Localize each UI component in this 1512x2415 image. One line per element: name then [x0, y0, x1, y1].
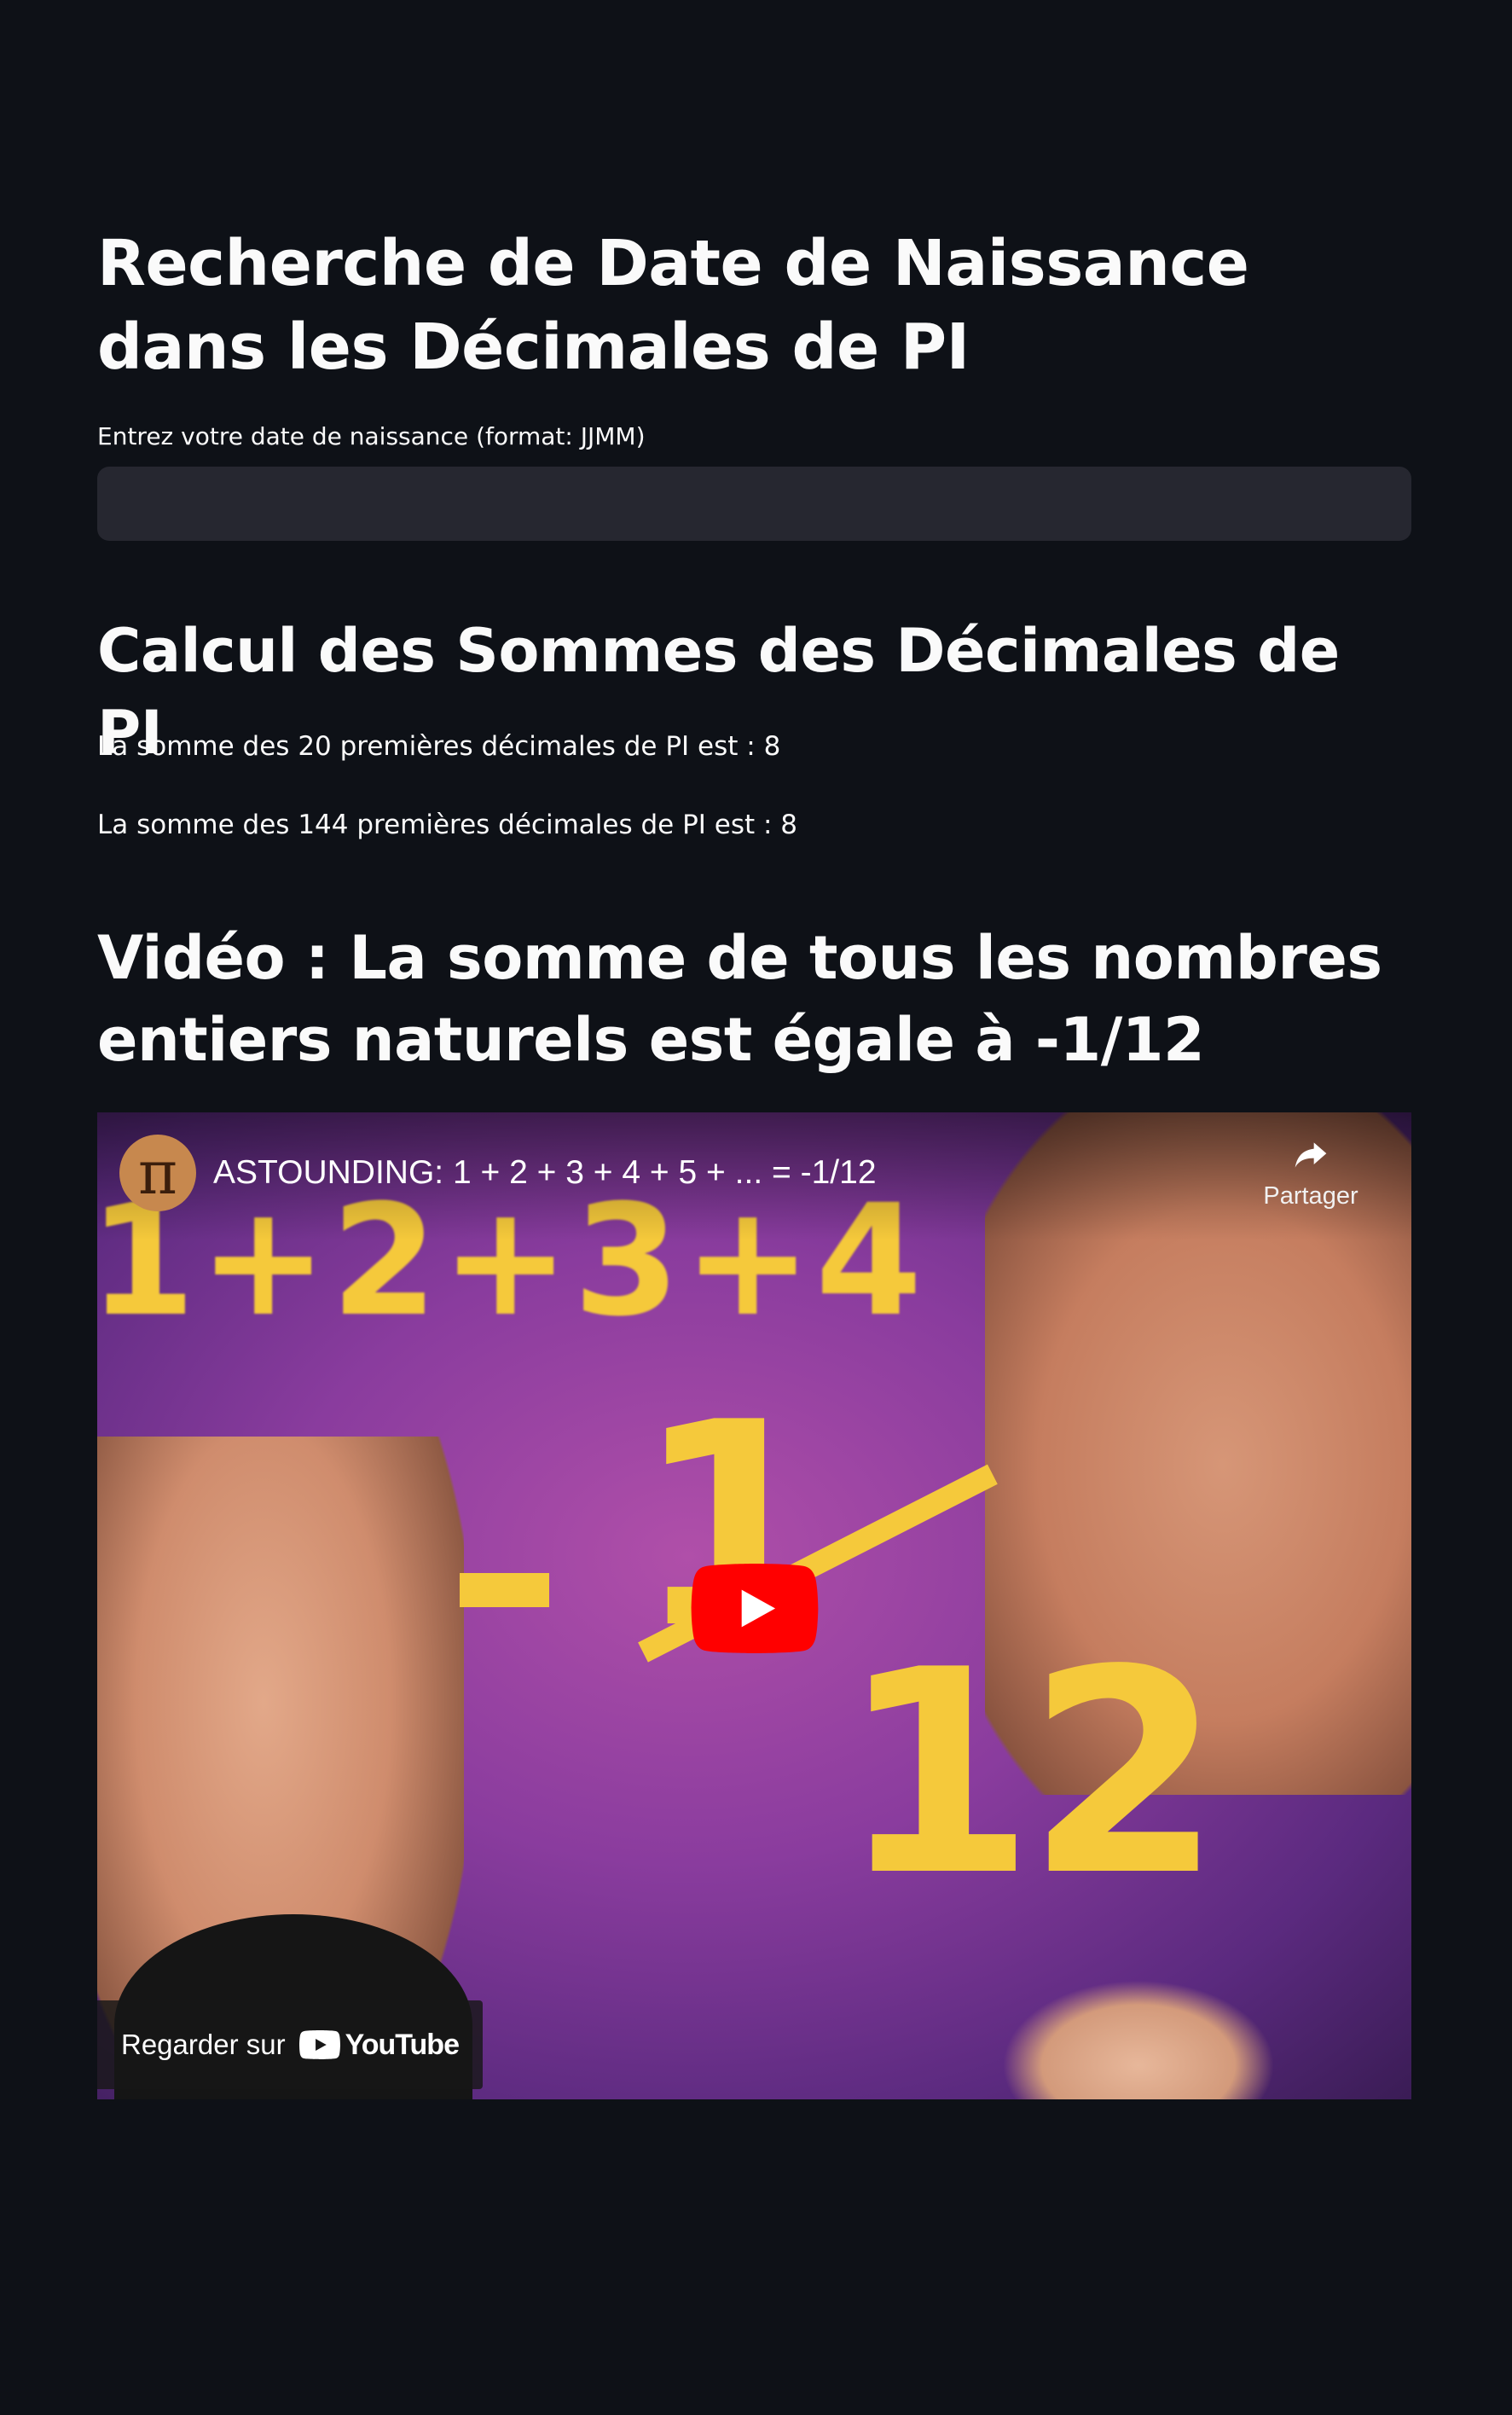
page-title: Recherche de Date de Naissance dans les …: [97, 227, 1249, 384]
thumbnail-hand: [1002, 1980, 1275, 2099]
channel-avatar[interactable]: π: [119, 1135, 196, 1211]
share-arrow-icon: [1295, 1142, 1327, 1168]
share-button[interactable]: Partager: [1251, 1136, 1370, 1213]
youtube-video-embed[interactable]: 1+2+3+4 1 12 π ASTOUNDING: 1 + 2 + 3 + 4…: [97, 1112, 1411, 2099]
video-title-link[interactable]: ASTOUNDING: 1 + 2 + 3 + 4 + 5 + ... = -1…: [213, 1150, 877, 1196]
birthdate-input[interactable]: [97, 467, 1411, 541]
watch-on-label: Regarder sur: [121, 2029, 286, 2060]
sum-20-text: La somme des 20 premières décimales de P…: [97, 731, 781, 762]
youtube-wordmark: YouTube: [345, 2028, 460, 2061]
video-section-title: Vidéo : La somme de tous les nombres ent…: [97, 923, 1382, 1075]
watch-on-youtube-button[interactable]: Regarder sur YouTube: [97, 2000, 483, 2089]
share-label: Partager: [1263, 1182, 1358, 1210]
youtube-play-icon[interactable]: [691, 1564, 819, 1653]
thumbnail-denominator: 12: [839, 1610, 1222, 1937]
birthdate-label: Entrez votre date de naissance (format: …: [97, 422, 646, 450]
youtube-logo-icon: [298, 2030, 340, 2059]
youtube-logo: YouTube: [298, 2028, 460, 2062]
thumbnail-minus-sign: [460, 1573, 549, 1607]
sum-144-text: La somme des 144 premières décimales de …: [97, 810, 798, 840]
